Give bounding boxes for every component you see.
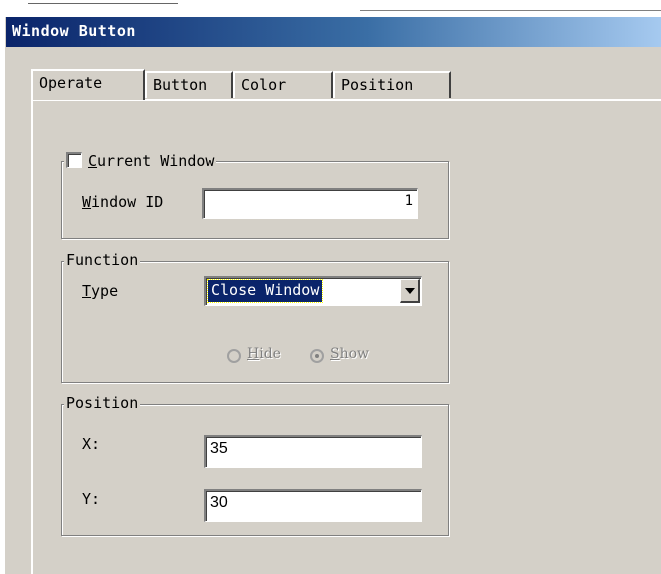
- tab-panel-operate: Current Window Window ID 1 Function Type…: [31, 99, 661, 574]
- tab-operate-label: Operate: [39, 74, 103, 92]
- tab-color[interactable]: Color: [233, 71, 333, 98]
- position-group: Position X: 35 Y: 30: [61, 394, 449, 536]
- window-id-label: Window ID: [82, 193, 164, 211]
- tab-button-label: Button: [153, 76, 208, 94]
- current-window-label: urrent Window: [97, 152, 215, 170]
- function-group: Function Type Close Window Hide Show: [61, 251, 449, 383]
- title-bar[interactable]: Window Button: [6, 17, 661, 47]
- background-fragment: [28, 0, 178, 4]
- show-radio-label: Show: [330, 346, 370, 362]
- type-label: Type: [82, 282, 119, 300]
- type-select-dropdown-button[interactable]: [400, 279, 420, 303]
- tab-position-label: Position: [341, 76, 414, 94]
- function-legend: Function: [64, 251, 141, 269]
- tab-position[interactable]: Position: [333, 71, 451, 98]
- type-select-value: Close Window: [206, 279, 324, 303]
- chevron-down-icon: [405, 288, 415, 294]
- x-input[interactable]: 35: [204, 435, 422, 468]
- hide-radio-label: Hide: [247, 346, 281, 362]
- y-input[interactable]: 30: [204, 489, 422, 522]
- background-strip: [0, 0, 661, 17]
- show-radio[interactable]: [310, 349, 324, 363]
- current-window-group: Current Window Window ID 1: [61, 152, 449, 239]
- type-select[interactable]: Close Window: [204, 276, 422, 306]
- x-label: X:: [82, 435, 101, 453]
- dialog-window: Window Button Operate Button Color Posit…: [5, 17, 661, 574]
- background-line: [360, 10, 661, 11]
- current-window-legend: Current Window: [64, 152, 217, 170]
- current-window-checkbox[interactable]: [66, 152, 82, 168]
- window-id-input[interactable]: 1: [202, 188, 418, 219]
- current-window-hotkey: C: [88, 152, 98, 170]
- y-label: Y:: [82, 490, 101, 508]
- position-legend: Position: [64, 394, 141, 412]
- tab-operate[interactable]: Operate: [31, 69, 145, 100]
- tab-button[interactable]: Button: [145, 71, 233, 98]
- hide-radio[interactable]: [227, 349, 241, 363]
- tab-color-label: Color: [241, 76, 287, 94]
- window-title: Window Button: [12, 22, 136, 40]
